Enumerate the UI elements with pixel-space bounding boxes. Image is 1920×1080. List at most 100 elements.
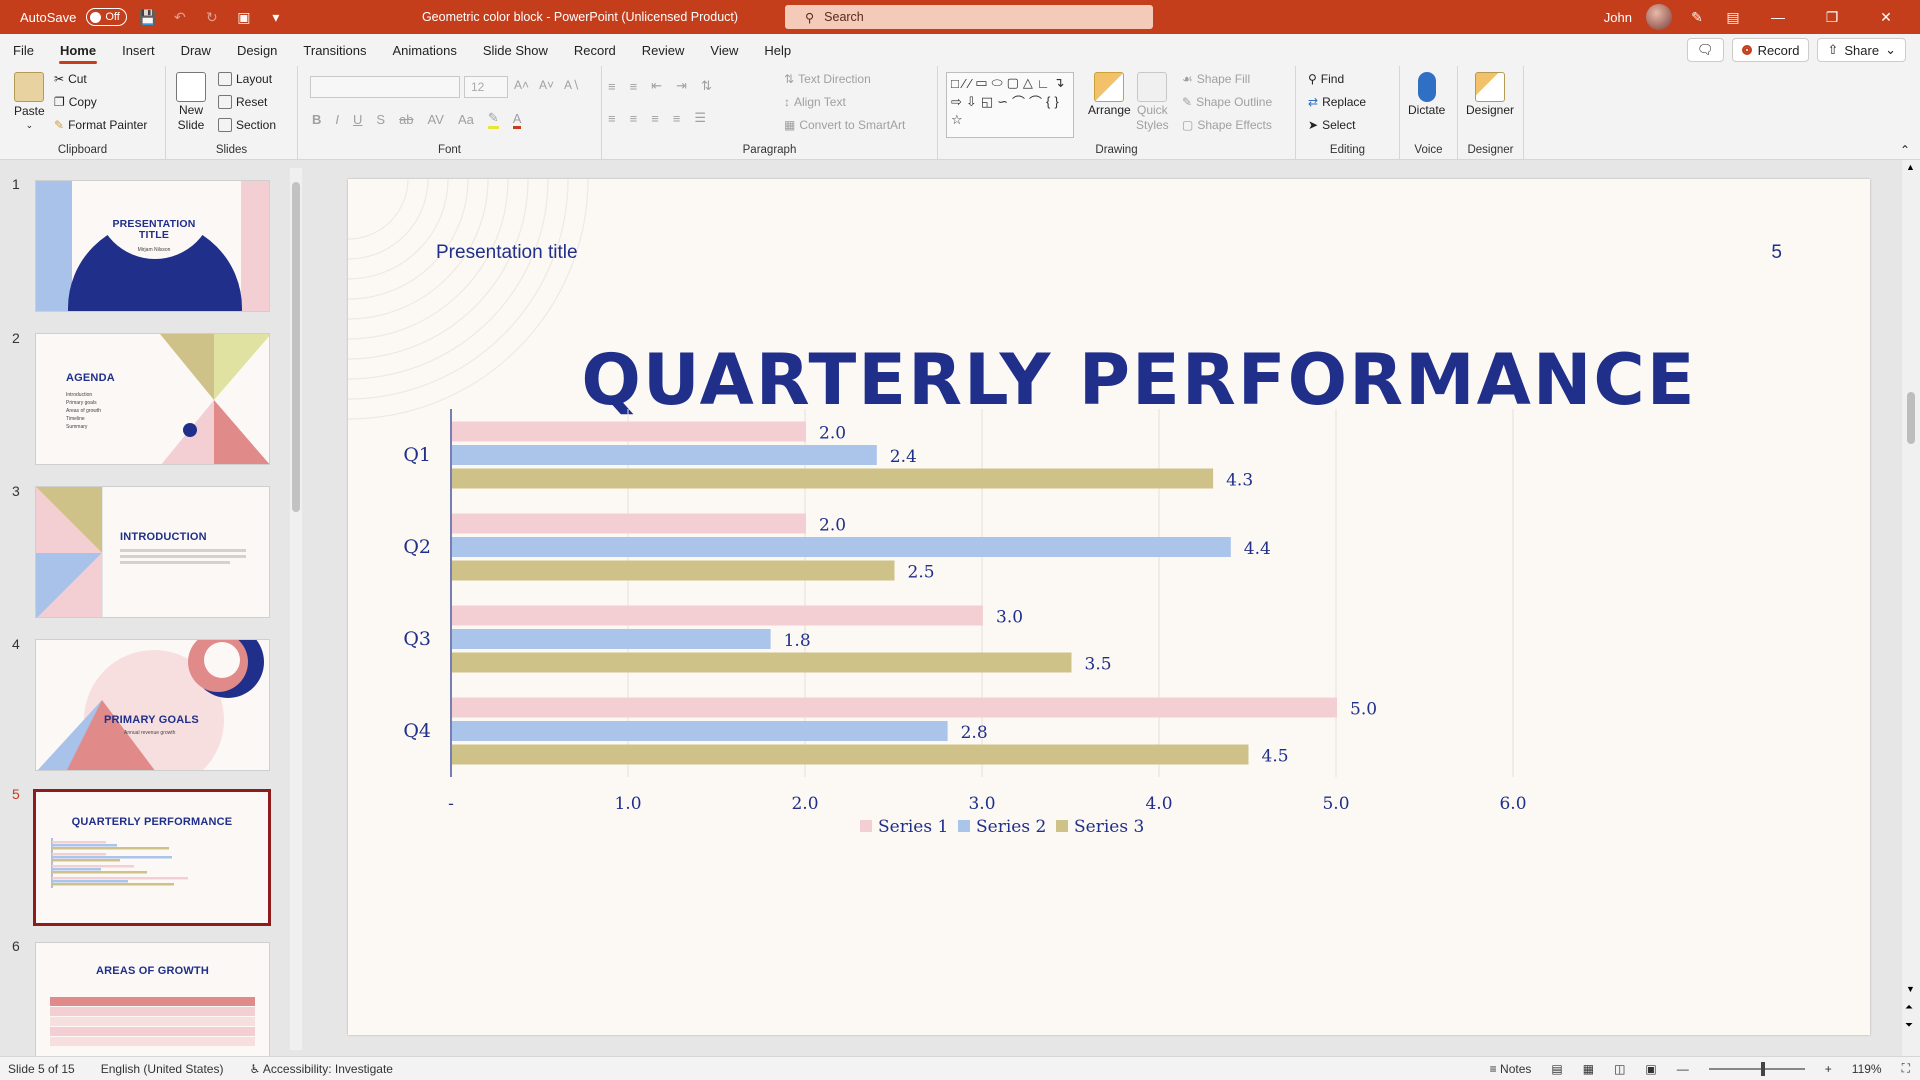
- tab-review[interactable]: Review: [629, 34, 698, 66]
- slide-thumbnail-2[interactable]: AGENDA Introduction Primary goals Areas …: [35, 333, 270, 465]
- curve-shape-icon[interactable]: ⌒: [1012, 92, 1025, 111]
- underline-icon[interactable]: U: [353, 112, 362, 127]
- scroll-up-icon[interactable]: ▲: [1906, 162, 1915, 172]
- tab-animations[interactable]: Animations: [380, 34, 470, 66]
- record-button[interactable]: Record: [1731, 38, 1810, 62]
- present-icon[interactable]: ▣: [233, 6, 255, 28]
- rectangle-shape-icon[interactable]: ▭: [975, 75, 987, 91]
- star-shape-icon[interactable]: ☆: [951, 112, 963, 128]
- collapse-ribbon-icon[interactable]: ⌃: [1900, 143, 1910, 157]
- grow-font-icon[interactable]: A˄: [514, 78, 529, 92]
- dictate-button[interactable]: Dictate: [1408, 72, 1445, 117]
- customize-qat-icon[interactable]: ▾: [265, 6, 287, 28]
- align-left-icon[interactable]: ≡: [608, 111, 616, 126]
- select-button[interactable]: ➤ Select: [1308, 118, 1355, 132]
- connector-shape-icon[interactable]: ↴: [1054, 75, 1065, 91]
- textbox-shape-icon[interactable]: □: [951, 76, 959, 91]
- cut-button[interactable]: ✂ Cut: [54, 72, 87, 86]
- tab-file[interactable]: File: [0, 34, 47, 66]
- tab-help[interactable]: Help: [751, 34, 804, 66]
- tab-home[interactable]: Home: [47, 34, 109, 66]
- paste-button[interactable]: Paste ⌄: [14, 72, 45, 131]
- arrow-down-shape-icon[interactable]: ⇩: [966, 94, 977, 110]
- tab-slide-show[interactable]: Slide Show: [470, 34, 561, 66]
- shape-effects-button[interactable]: ▢ Shape Effects: [1182, 118, 1272, 132]
- columns-icon[interactable]: ☰: [694, 110, 706, 126]
- font-color-icon[interactable]: A: [512, 111, 522, 129]
- format-painter-button[interactable]: ✎ Format Painter: [54, 118, 147, 132]
- shrink-font-icon[interactable]: A˅: [539, 78, 554, 92]
- font-name-box[interactable]: [310, 76, 460, 98]
- callout-shape-icon[interactable]: ◱: [981, 94, 993, 110]
- replace-button[interactable]: ⇄ Replace: [1308, 95, 1366, 109]
- tab-record[interactable]: Record: [561, 34, 629, 66]
- line-shape-icon[interactable]: ∕: [963, 76, 965, 91]
- zoom-slider[interactable]: [1708, 1061, 1805, 1076]
- avatar[interactable]: [1646, 4, 1672, 30]
- strike-icon[interactable]: ab: [399, 112, 413, 127]
- share-button[interactable]: ⇧ Share ⌄: [1817, 38, 1906, 62]
- undo-icon[interactable]: ↶: [169, 6, 191, 28]
- close-icon[interactable]: ✕: [1866, 9, 1906, 26]
- justify-icon[interactable]: ≡: [673, 111, 681, 126]
- designer-button[interactable]: Designer: [1466, 72, 1514, 117]
- shape-outline-button[interactable]: ✎ Shape Outline: [1182, 95, 1272, 109]
- accessibility-indicator[interactable]: ♿ Accessibility: Investigate: [249, 1062, 393, 1076]
- shape-fill-button[interactable]: ☙ Shape Fill: [1182, 72, 1250, 86]
- bold-icon[interactable]: B: [312, 112, 321, 127]
- oval-shape-icon[interactable]: ⬭: [992, 75, 1003, 91]
- reading-view-icon[interactable]: ◫: [1614, 1062, 1625, 1076]
- comments-button[interactable]: 🗨: [1687, 38, 1724, 62]
- numbering-icon[interactable]: ≡: [630, 79, 638, 94]
- case-icon[interactable]: Aa: [458, 112, 474, 127]
- zoom-slider-thumb[interactable]: [1760, 1061, 1765, 1076]
- redo-icon[interactable]: ↻: [201, 6, 223, 28]
- slide-sorter-icon[interactable]: ▦: [1583, 1062, 1594, 1076]
- line-shape-icon[interactable]: ∕: [969, 76, 971, 91]
- tab-insert[interactable]: Insert: [109, 34, 168, 66]
- find-button[interactable]: ⚲ Find: [1308, 72, 1344, 86]
- notes-button[interactable]: ≡ Notes: [1490, 1062, 1532, 1076]
- editor-scrollbar[interactable]: ▲ ▼ ⏶ ⏷: [1902, 160, 1920, 1056]
- align-text-button[interactable]: ↕ Align Text: [784, 95, 846, 109]
- brace-right-shape-icon[interactable]: }: [1054, 94, 1058, 109]
- zoom-out-icon[interactable]: —: [1677, 1062, 1689, 1076]
- zoom-in-icon[interactable]: +: [1825, 1062, 1832, 1076]
- reset-button[interactable]: Reset: [218, 95, 267, 109]
- tab-view[interactable]: View: [697, 34, 751, 66]
- slide-thumbnail-6[interactable]: AREAS OF GROWTH: [35, 942, 270, 1056]
- user-name[interactable]: John: [1604, 10, 1632, 25]
- shapes-gallery[interactable]: □ ∕ ∕ ▭ ⬭ ▢ △ ∟ ↴ ⇨ ⇩ ◱ ∽ ⌒ ⌒{} ☆: [946, 72, 1074, 138]
- rounded-rect-shape-icon[interactable]: ▢: [1007, 75, 1019, 91]
- brace-left-shape-icon[interactable]: {: [1046, 94, 1050, 109]
- next-slide-icon[interactable]: ⏷: [1905, 1020, 1913, 1031]
- restore-icon[interactable]: ❐: [1812, 9, 1852, 26]
- slide-canvas[interactable]: Presentation title 5 QUARTERLY PERFORMAN…: [348, 179, 1870, 1035]
- scroll-down-icon[interactable]: ▼: [1906, 984, 1915, 994]
- indent-icon[interactable]: ⇥: [676, 78, 687, 94]
- save-icon[interactable]: 💾: [137, 6, 159, 28]
- outdent-icon[interactable]: ⇤: [651, 78, 662, 94]
- thumbnails-scrollbar[interactable]: [290, 168, 302, 1050]
- search-input[interactable]: ⚲ Search: [785, 5, 1153, 29]
- arc-shape-icon[interactable]: ⌒: [1029, 92, 1042, 111]
- minimize-icon[interactable]: —: [1758, 9, 1798, 25]
- previous-slide-icon[interactable]: ⏶: [1905, 1002, 1913, 1013]
- line-spacing-icon[interactable]: ⇅: [701, 78, 712, 94]
- tab-draw[interactable]: Draw: [168, 34, 224, 66]
- zoom-level[interactable]: 119%: [1852, 1062, 1882, 1076]
- normal-view-icon[interactable]: ▤: [1551, 1062, 1562, 1076]
- slide-thumbnail-4[interactable]: PRIMARY GOALS Annual revenue growth: [35, 639, 270, 771]
- tab-design[interactable]: Design: [224, 34, 290, 66]
- shadow-icon[interactable]: S: [376, 112, 385, 127]
- highlight-icon[interactable]: ✎: [487, 110, 499, 129]
- scrollbar-thumb[interactable]: [292, 182, 300, 512]
- text-direction-button[interactable]: ⇅ Text Direction: [784, 72, 871, 86]
- spacing-icon[interactable]: AV: [428, 112, 444, 127]
- align-center-icon[interactable]: ≡: [630, 111, 638, 126]
- arrange-button[interactable]: Arrange: [1088, 72, 1131, 117]
- language-indicator[interactable]: English (United States): [101, 1062, 224, 1076]
- slideshow-view-icon[interactable]: ▣: [1645, 1062, 1656, 1076]
- tab-transitions[interactable]: Transitions: [290, 34, 379, 66]
- italic-icon[interactable]: I: [335, 112, 339, 127]
